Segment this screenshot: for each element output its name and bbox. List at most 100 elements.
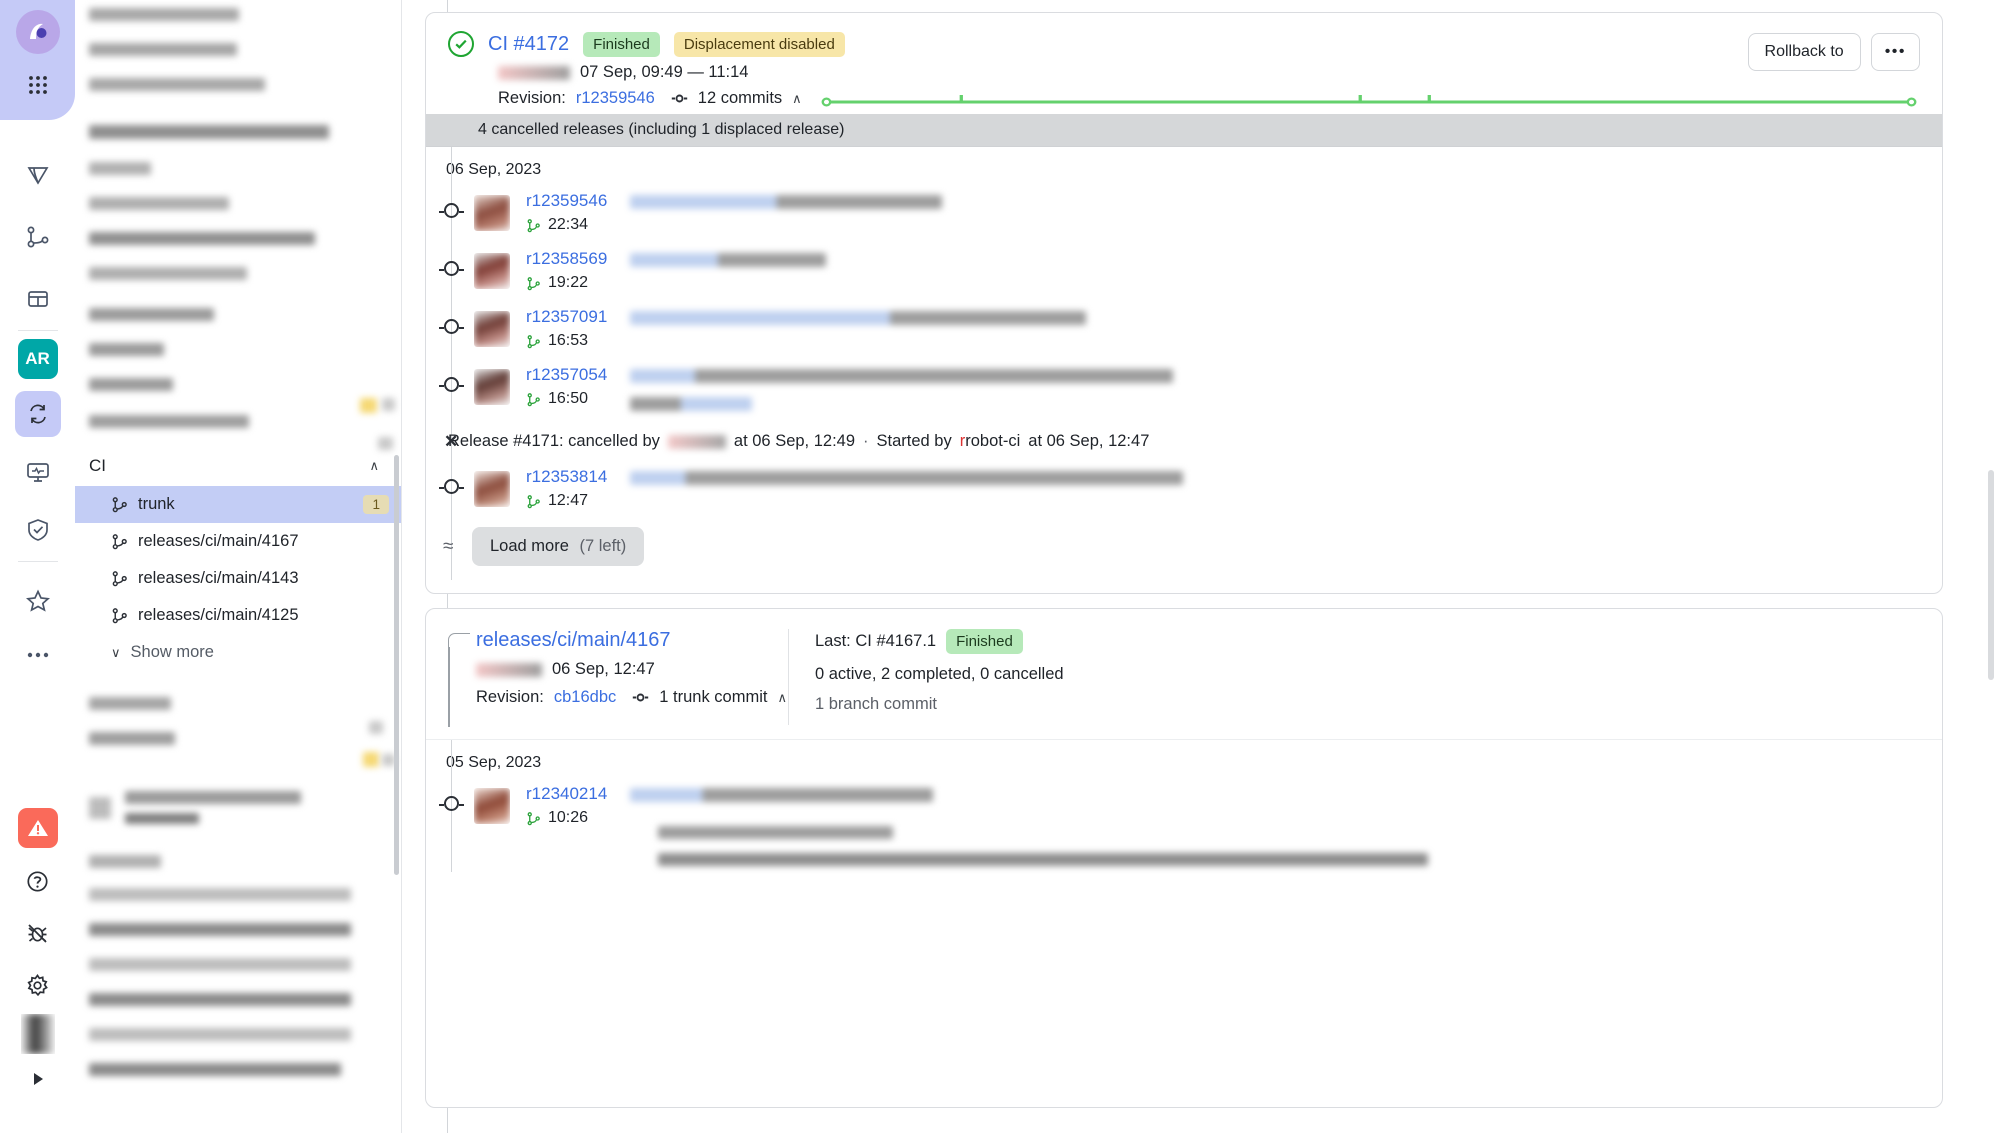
cancel-at: at 06 Sep, 12:49 xyxy=(733,432,856,450)
branch-revision-label: Revision: xyxy=(476,688,544,706)
chevron-up-icon[interactable]: ∧ xyxy=(792,91,802,107)
commit-row[interactable]: r12357091 16:53 xyxy=(426,299,1942,357)
avatar-initials: AR xyxy=(25,349,50,368)
branch-icon xyxy=(526,494,541,509)
alert-icon[interactable] xyxy=(17,808,58,848)
release-card-header: CI #4172 Finished Displacement disabled … xyxy=(426,13,1942,114)
release-card: CI #4172 Finished Displacement disabled … xyxy=(425,12,1943,594)
settings-icon[interactable] xyxy=(15,962,61,1008)
sidebar-item-releases-4167[interactable]: releases/ci/main/4167 xyxy=(75,523,401,560)
chevron-up-icon[interactable]: ∧ xyxy=(369,458,379,474)
sidebar-show-more-label: Show more xyxy=(130,643,214,661)
sidebar-item-releases-4143[interactable]: releases/ci/main/4143 xyxy=(75,560,401,597)
last-release-label[interactable]: Last: CI #4167.1 xyxy=(815,632,936,651)
cancelled-releases-banner[interactable]: 4 cancelled releases (including 1 displa… xyxy=(426,114,1942,147)
check-circle-icon xyxy=(448,31,474,57)
branch-icon xyxy=(526,276,541,291)
branch-icon xyxy=(526,218,541,233)
monitoring-icon[interactable] xyxy=(15,449,61,495)
branch-card: releases/ci/main/4167 06 Sep, 12:47 Revi… xyxy=(425,608,1943,1108)
sidebar-section-title: CI xyxy=(89,456,106,475)
cancelled-release-notice: ✕ Release #4171: cancelled by at 06 Sep,… xyxy=(426,424,1942,459)
branch-revision-link[interactable]: cb16dbc xyxy=(554,688,616,707)
chevron-up-icon[interactable]: ∧ xyxy=(777,690,787,706)
sidebar-item-label: releases/ci/main/4125 xyxy=(138,606,299,624)
board-icon[interactable] xyxy=(15,276,61,322)
main-scrollbar[interactable] xyxy=(1988,470,1994,680)
author-blurred xyxy=(498,65,570,80)
collapse-icon[interactable] xyxy=(15,1056,61,1102)
avatar-ar[interactable]: AR xyxy=(17,339,58,379)
sidebar-item-badge: 1 xyxy=(363,495,389,514)
close-icon: ✕ xyxy=(444,431,459,451)
commit-revision-link[interactable]: r12359546 xyxy=(526,191,630,211)
sidebar-item-label: releases/ci/main/4167 xyxy=(138,532,299,550)
app-logo[interactable] xyxy=(15,10,60,54)
bug-icon[interactable] xyxy=(15,910,61,956)
load-more-count: (7 left) xyxy=(579,537,627,555)
ci-icon[interactable] xyxy=(14,391,61,437)
commit-revision-link[interactable]: r12353814 xyxy=(526,467,630,487)
icon-rail: AR xyxy=(0,0,75,1133)
started-by-user[interactable]: rrobot-ci xyxy=(960,432,1021,451)
commit-node-icon xyxy=(439,319,464,334)
commit-row[interactable]: r12357054 16:50 xyxy=(426,357,1942,424)
release-title[interactable]: CI #4172 xyxy=(488,33,569,56)
sidebar-blurred-bottom xyxy=(75,697,401,1076)
more-options-button[interactable]: ••• xyxy=(1870,33,1920,71)
rollback-button[interactable]: Rollback to xyxy=(1747,33,1861,71)
more-icon[interactable] xyxy=(15,632,61,678)
commits-count[interactable]: 12 commits xyxy=(698,89,782,108)
commit-time: 10:26 xyxy=(548,809,589,826)
release-timeline xyxy=(821,93,1917,107)
started-by-label: Started by xyxy=(876,432,952,450)
apps-grid-icon[interactable] xyxy=(15,62,61,108)
branch-icon xyxy=(111,607,128,624)
started-at: at 06 Sep, 12:47 xyxy=(1028,432,1150,450)
branch-title-link[interactable]: releases/ci/main/4167 xyxy=(476,629,788,652)
commit-message-blurred xyxy=(630,305,1942,332)
sidebar-show-more[interactable]: ∨ Show more xyxy=(75,634,401,671)
user-avatar[interactable] xyxy=(20,1014,55,1054)
commit-node-icon xyxy=(439,796,464,811)
commit-revision-link[interactable]: r12340214 xyxy=(526,784,630,804)
branch-commits-count[interactable]: 1 trunk commit xyxy=(659,688,767,707)
release-timestamp: 07 Sep, 09:49 — 11:14 xyxy=(580,63,749,81)
commit-message-blurred xyxy=(630,782,1942,866)
sidebar-section-ci[interactable]: CI ∧ xyxy=(75,446,401,486)
sidebar-item-releases-4125[interactable]: releases/ci/main/4125 xyxy=(75,597,401,634)
chevron-down-icon: ∨ xyxy=(111,644,121,660)
shield-icon[interactable] xyxy=(15,507,61,553)
commit-row[interactable]: r12359546 22:34 xyxy=(426,183,1942,241)
avatar xyxy=(474,369,510,405)
branch-icon xyxy=(526,334,541,349)
revision-link[interactable]: r12359546 xyxy=(576,89,655,108)
avatar xyxy=(474,195,510,231)
status-badge-displacement: Displacement disabled xyxy=(673,31,845,57)
commit-row[interactable]: r12353814 12:47 xyxy=(426,459,1942,517)
branch-commit-count: 1 branch commit xyxy=(815,695,937,713)
rocket-icon[interactable] xyxy=(15,152,61,198)
main-content: CI #4172 Finished Displacement disabled … xyxy=(402,0,2000,1133)
load-more-row: ≈ Load more (7 left) xyxy=(426,517,1942,580)
date-group-label: 06 Sep, 2023 xyxy=(446,161,542,178)
branches-icon[interactable] xyxy=(15,214,61,260)
sidebar: CI ∧ trunk 1 releases/ci/main/4167 relea… xyxy=(75,0,402,1133)
star-icon[interactable] xyxy=(15,578,61,624)
load-more-button[interactable]: Load more (7 left) xyxy=(472,527,645,566)
commit-row[interactable]: r12358569 19:22 xyxy=(426,241,1942,299)
branch-icon xyxy=(526,392,541,407)
revision-label: Revision: xyxy=(498,89,566,107)
sidebar-item-trunk[interactable]: trunk 1 xyxy=(75,486,401,523)
separator: · xyxy=(863,432,869,450)
commit-revision-link[interactable]: r12358569 xyxy=(526,249,630,269)
commit-revision-link[interactable]: r12357054 xyxy=(526,365,630,385)
commit-time: 16:53 xyxy=(548,332,589,349)
commit-revision-link[interactable]: r12357091 xyxy=(526,307,630,327)
sidebar-blurred-top xyxy=(75,0,401,450)
commit-row[interactable]: r12340214 10:26 xyxy=(426,776,1942,872)
help-icon[interactable] xyxy=(15,858,61,904)
avatar xyxy=(474,471,510,507)
commit-message-blurred xyxy=(630,247,1942,274)
sidebar-scrollbar[interactable] xyxy=(394,455,399,875)
